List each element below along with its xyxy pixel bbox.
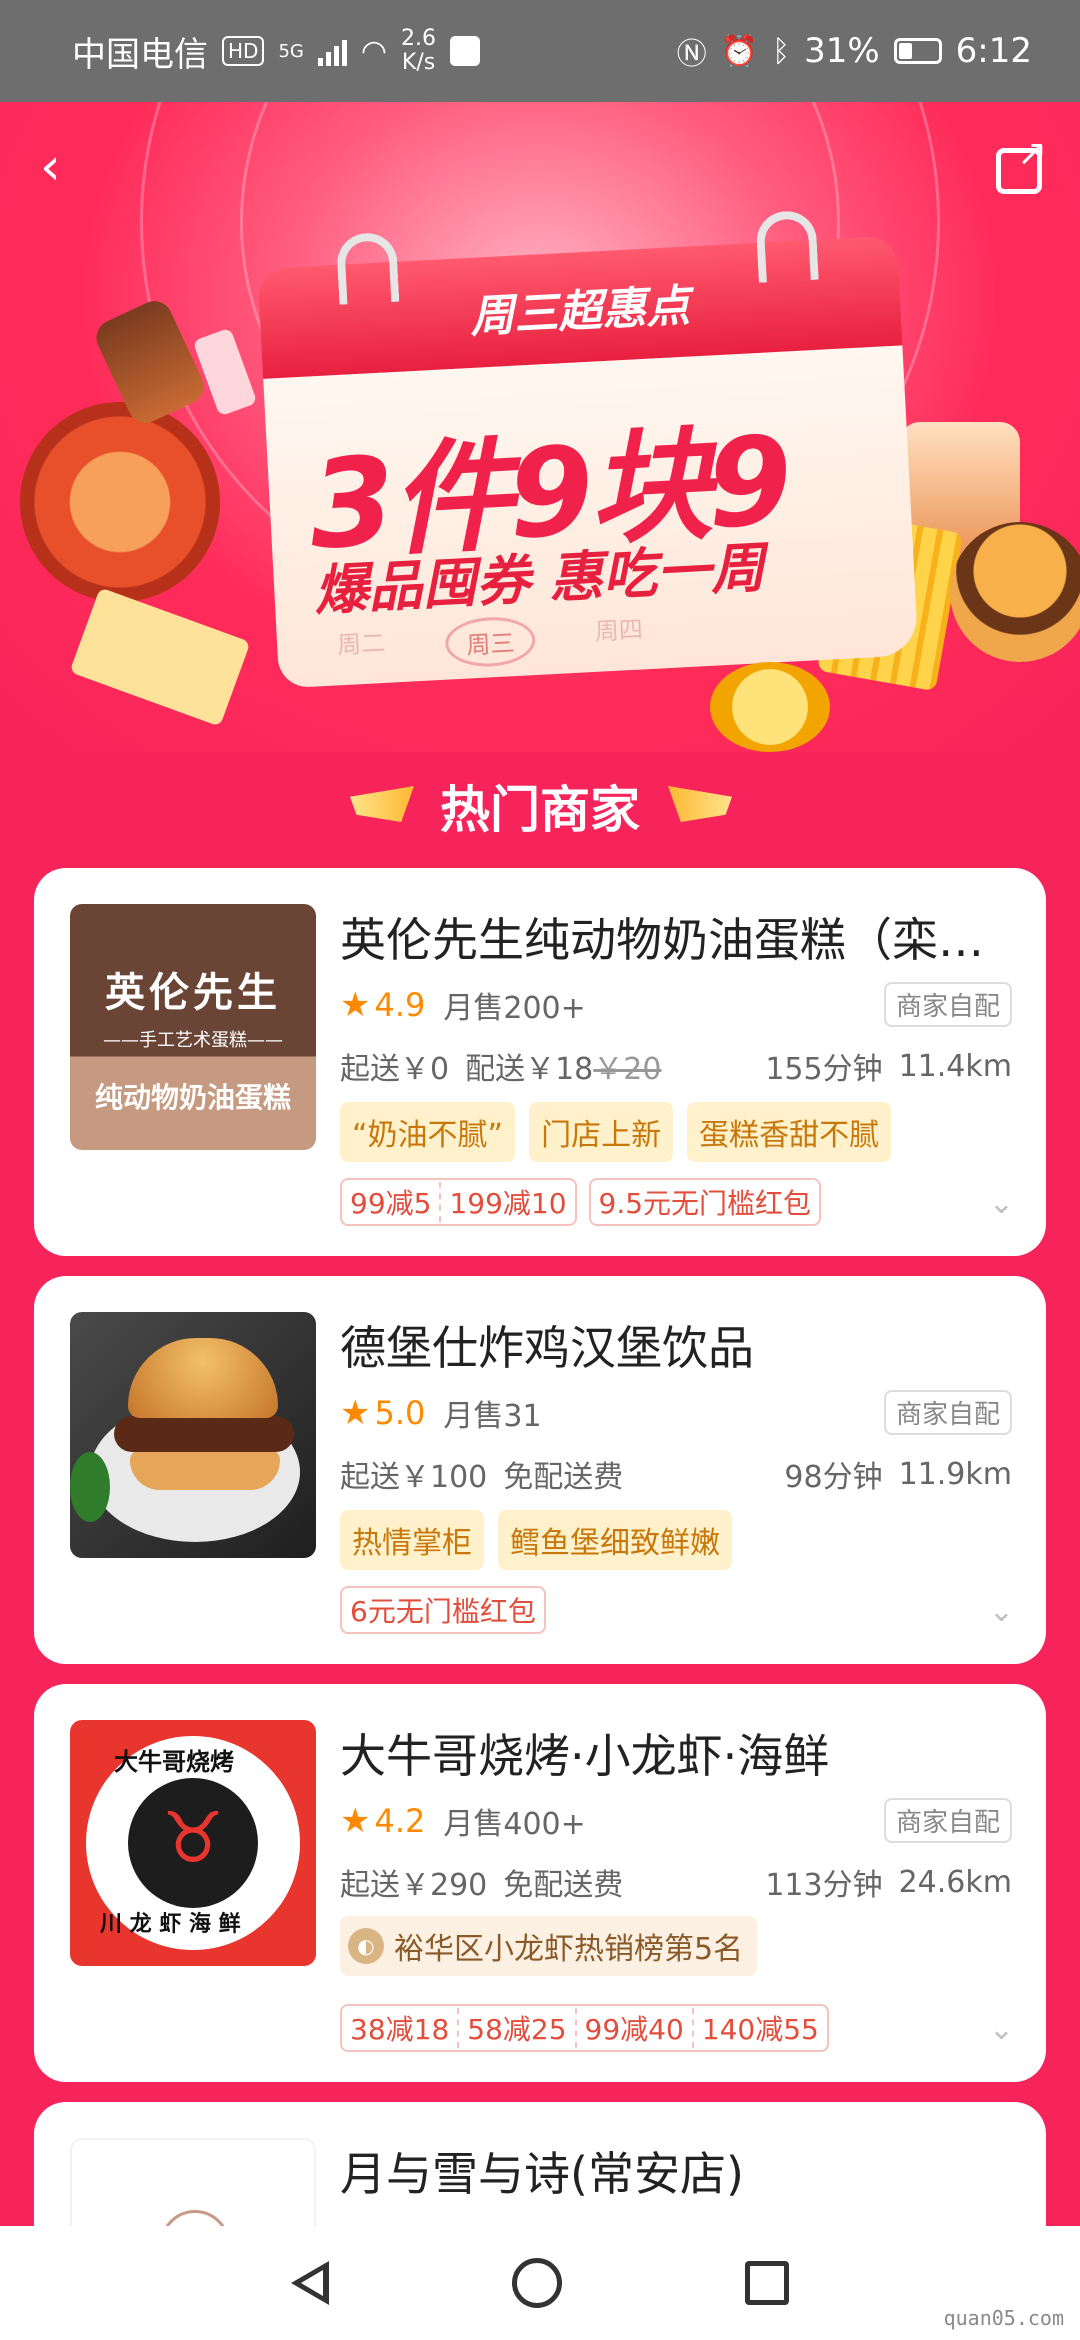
ranking-badge: ◐ 裕华区小龙虾热销榜第5名	[340, 1916, 758, 1976]
chevron-down-icon[interactable]: ⌄	[989, 2012, 1014, 2047]
nav-recents-button[interactable]	[744, 2261, 789, 2305]
min-order: 起送￥0	[340, 1052, 450, 1087]
network-label: 5G	[278, 40, 304, 62]
chips-image	[69, 587, 251, 727]
carrier-label: 中国电信	[72, 34, 208, 75]
notification-icon	[450, 36, 481, 66]
promo-banner: 周三超惠点 3件9块9 爆品囤券 惠吃一周 周二 周三 周四 ‹	[0, 102, 1080, 752]
distance: 11.4km	[898, 1048, 1012, 1084]
monthly-sales: 月售200+	[443, 990, 586, 1026]
store-rating: 5.0	[374, 1393, 426, 1432]
delivery-type-badge: 商家自配	[883, 982, 1012, 1027]
monthly-sales: 月售400+	[443, 1806, 586, 1842]
store-tag: “奶油不腻”	[340, 1102, 516, 1162]
delivery-time: 113分钟	[765, 1868, 883, 1903]
star-icon: ★	[340, 1800, 371, 1841]
nav-back-button[interactable]	[291, 2261, 330, 2305]
store-logo: 大牛哥烧烤 ♉ 川 龙 虾 海 鲜	[70, 1720, 316, 1966]
delivery-time: 155分钟	[765, 1052, 883, 1087]
red-packet-badge: 6元无门槛红包	[340, 1586, 546, 1634]
battery-icon	[893, 38, 942, 64]
store-name: 月与雪与诗(常安店)	[340, 2147, 744, 2201]
distance: 24.6km	[898, 1864, 1012, 1900]
store-tag: 鳕鱼堡细致鲜嫩	[498, 1510, 732, 1570]
nfc-icon: Ⓝ	[676, 37, 707, 72]
min-order: 起送￥290	[340, 1868, 488, 1903]
hd-badge: HD	[222, 36, 265, 66]
burger-image	[950, 522, 1080, 662]
battery-percent: 31%	[804, 31, 880, 71]
calendar-graphic: 周三超惠点 3件9块9 爆品囤券 惠吃一周 周二 周三 周四	[257, 209, 919, 689]
star-icon: ★	[340, 1392, 371, 1433]
original-delivery-fee: ￥20	[593, 1052, 662, 1087]
delivery-fee: 免配送费	[503, 1460, 624, 1495]
network-speed: 2.6 K/s	[401, 26, 437, 75]
store-tag: 门店上新	[529, 1102, 674, 1162]
store-tag: 蛋糕香甜不腻	[687, 1102, 892, 1162]
banner-badge: 周三超惠点	[468, 280, 692, 343]
store-tag: 热情掌柜	[340, 1510, 484, 1570]
store-card[interactable]: 英伦先生 ——手工艺术蛋糕—— 纯动物奶油蛋糕 英伦先生纯动物奶油蛋糕（栾… ★…	[34, 868, 1046, 1256]
store-rating: 4.9	[374, 985, 426, 1024]
bull-icon: ♉	[128, 1778, 258, 1908]
bluetooth-icon: ᛒ	[772, 33, 791, 69]
store-card[interactable]: 德堡仕炸鸡汉堡饮品 ★ 5.0 月售31 商家自配 起送￥100 免配送费 98…	[34, 1276, 1046, 1664]
store-logo	[70, 1312, 316, 1558]
back-button[interactable]: ‹	[40, 141, 80, 193]
store-logo: 英伦先生 ——手工艺术蛋糕—— 纯动物奶油蛋糕	[70, 904, 316, 1150]
crawfish-image	[20, 402, 220, 602]
store-card[interactable]: 大牛哥烧烤 ♉ 川 龙 虾 海 鲜 大牛哥烧烤·小龙虾·海鲜 ★ 4.2 月售4…	[34, 1684, 1046, 2082]
wifi-icon: ◠	[360, 33, 388, 69]
monthly-sales: 月售31	[443, 1398, 542, 1434]
back-icon: ‹	[40, 137, 61, 197]
store-name: 大牛哥烧烤·小龙虾·海鲜	[340, 1729, 830, 1783]
signal-icon	[317, 36, 347, 66]
red-packet-badge: 9.5元无门槛红包	[588, 1178, 822, 1226]
min-order: 起送￥100	[340, 1460, 488, 1495]
discount-badge: 38减18 58减25 99减40 140减55	[340, 2004, 829, 2052]
watermark: quan05.com	[943, 2306, 1064, 2330]
section-title: 热门商家	[440, 781, 640, 839]
delivery-fee: 免配送费	[503, 1868, 624, 1903]
delivery-type-badge: 商家自配	[883, 1798, 1012, 1843]
status-bar: 中国电信 HD 5G ◠ 2.6 K/s Ⓝ ⏰ ᛒ 31% 6:12	[0, 0, 1080, 102]
discount-badge: 99减5 199减10	[340, 1178, 577, 1226]
clock: 6:12	[955, 31, 1032, 71]
system-nav-bar: quan05.com	[0, 2226, 1080, 2340]
store-name: 德堡仕炸鸡汉堡饮品	[340, 1321, 754, 1375]
delivery-time: 98分钟	[784, 1460, 883, 1495]
store-name: 英伦先生纯动物奶油蛋糕（栾…	[340, 913, 984, 967]
distance: 11.9km	[898, 1456, 1012, 1492]
alarm-icon: ⏰	[720, 33, 759, 69]
ranking-icon: ◐	[348, 1928, 384, 1964]
star-icon: ★	[340, 984, 371, 1025]
share-button[interactable]	[996, 133, 1047, 194]
chevron-down-icon[interactable]: ⌄	[989, 1186, 1014, 1221]
nav-home-button[interactable]	[511, 2258, 562, 2308]
chevron-down-icon[interactable]: ⌄	[989, 1594, 1014, 1629]
store-rating: 4.2	[374, 1801, 426, 1840]
coin-image	[710, 662, 830, 752]
delivery-fee: 配送￥18	[465, 1052, 594, 1087]
delivery-type-badge: 商家自配	[883, 1390, 1012, 1435]
